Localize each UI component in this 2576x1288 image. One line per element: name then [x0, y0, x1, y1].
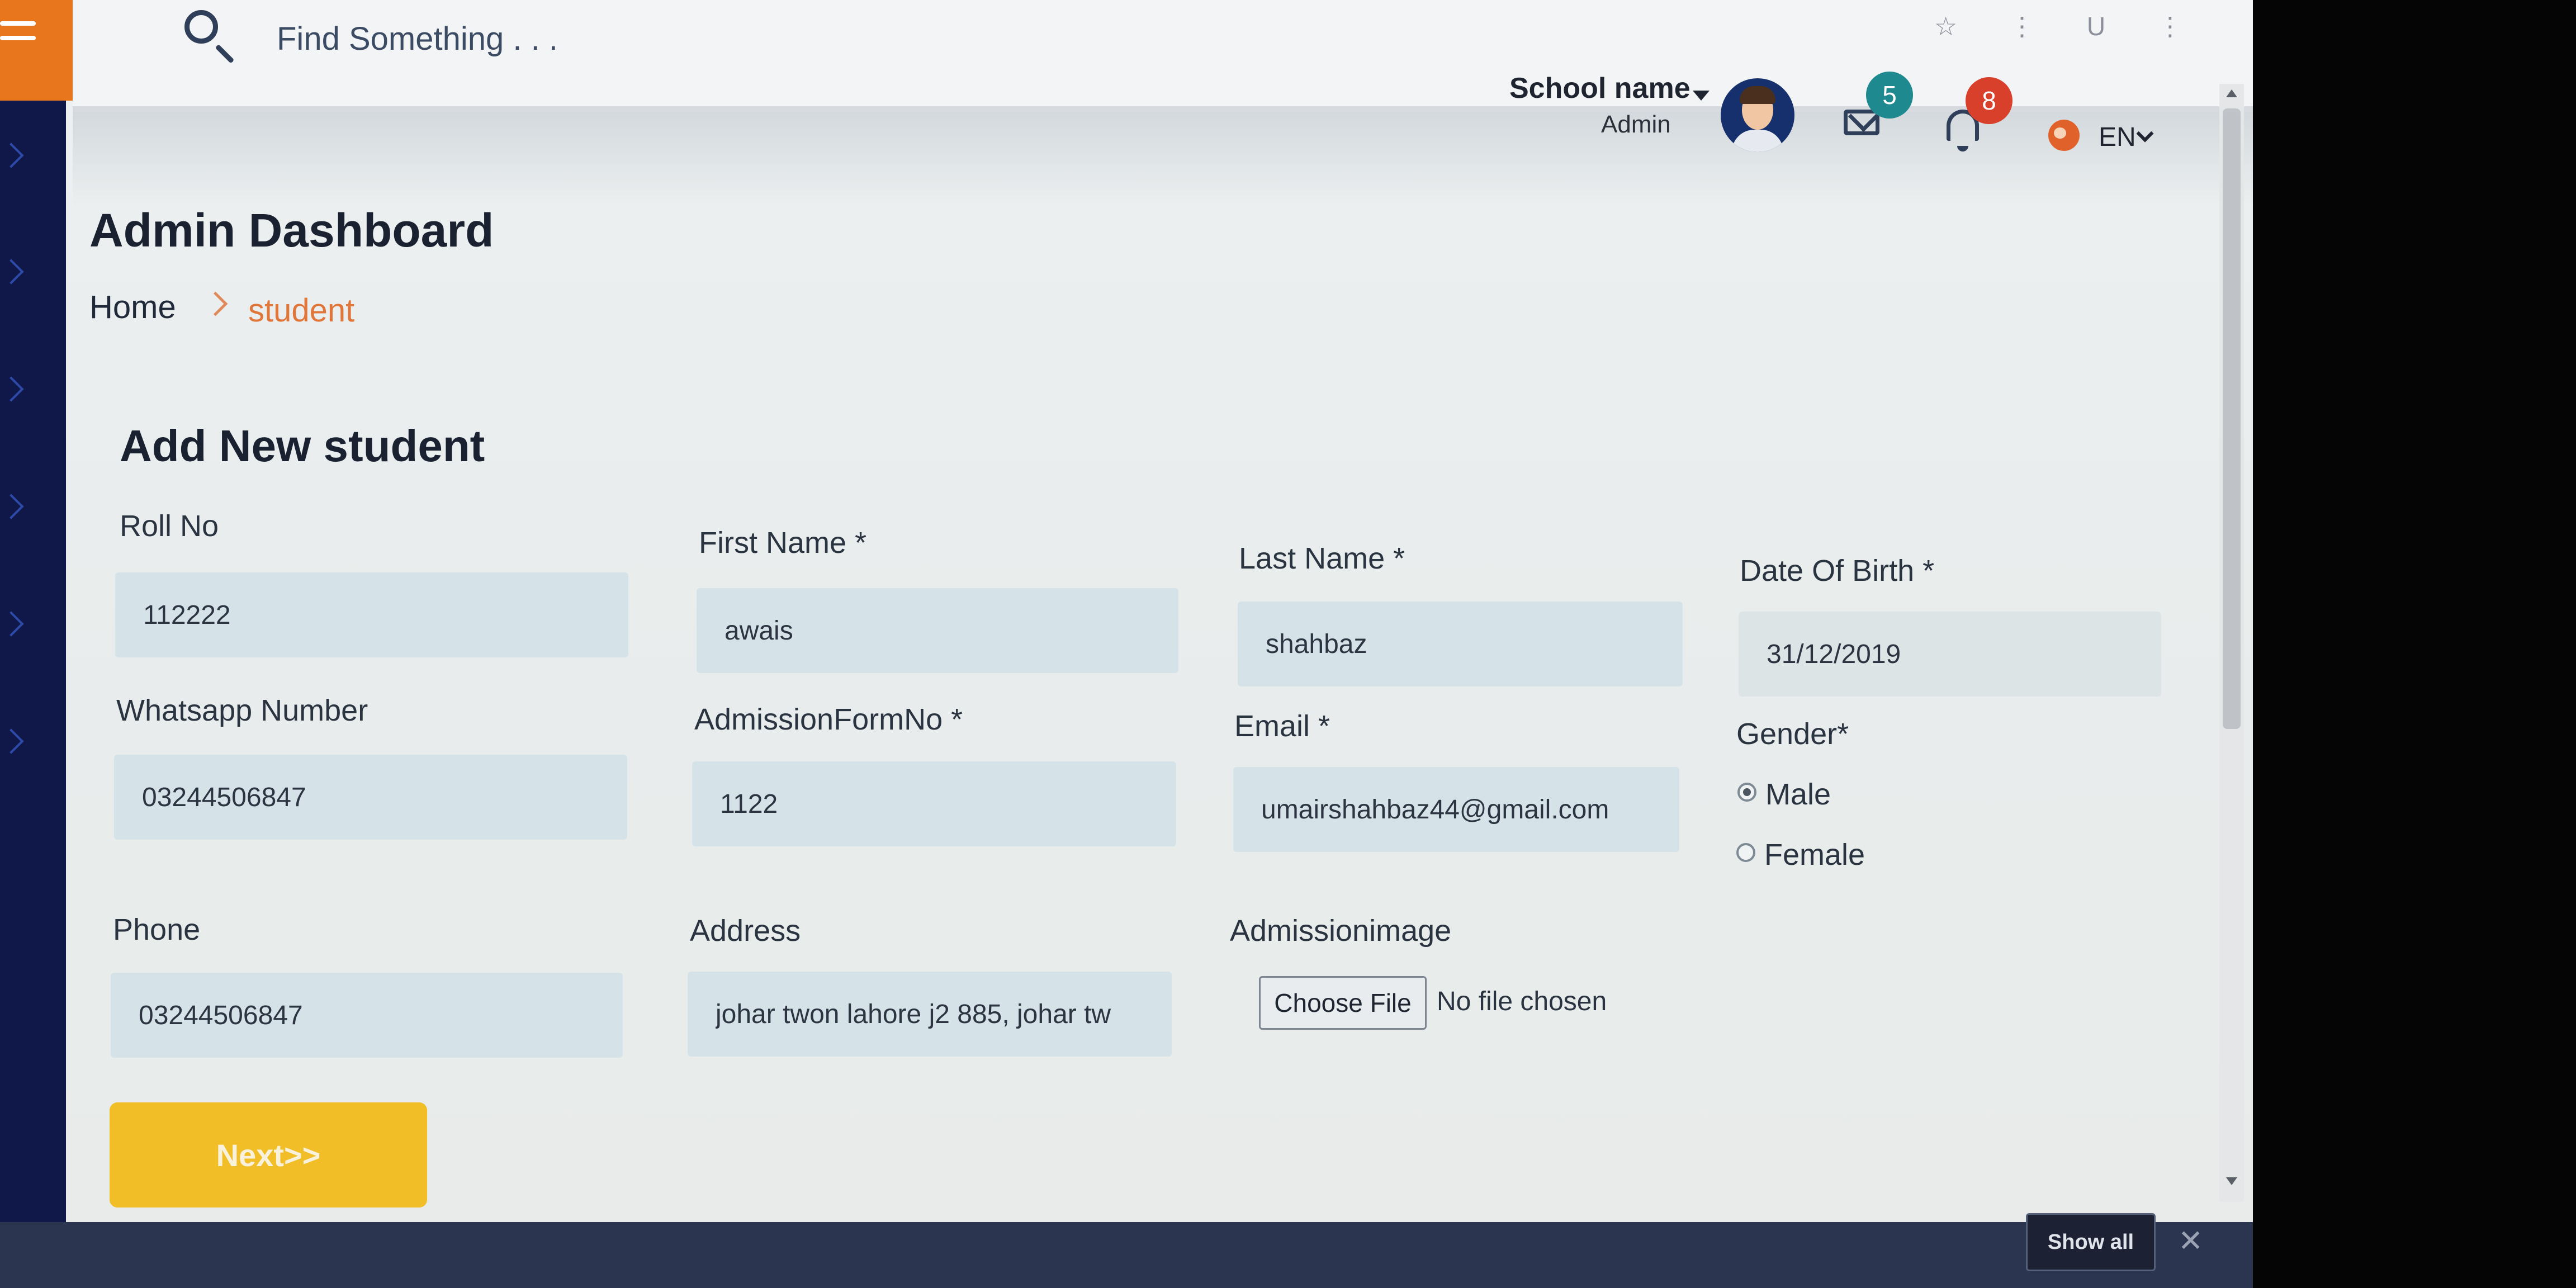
- star-icon[interactable]: ☆: [1934, 12, 1957, 41]
- gender-label: Gender*: [1736, 717, 1849, 751]
- language-selector[interactable]: EN: [2099, 122, 2136, 153]
- phone-field[interactable]: [111, 973, 623, 1058]
- form-title: Add New student: [120, 421, 485, 471]
- sidebar-chevron-icon[interactable]: [0, 259, 24, 285]
- sidebar-chevron-icon[interactable]: [0, 376, 24, 402]
- admission-image-label: Admissionimage: [1230, 914, 1452, 948]
- address-label: Address: [690, 914, 801, 948]
- screen-bezel: [2253, 0, 2576, 1288]
- file-status: No file chosen: [1437, 987, 1607, 1016]
- notification-count-badge: 8: [1966, 77, 2012, 124]
- show-all-button[interactable]: Show all: [2026, 1213, 2156, 1271]
- gender-male-radio[interactable]: [1737, 783, 1756, 802]
- dob-label: Date Of Birth *: [1740, 554, 1935, 588]
- sidebar-chevron-icon[interactable]: [0, 143, 24, 168]
- hamburger-icon: [0, 11, 36, 50]
- next-button[interactable]: Next>>: [110, 1102, 427, 1208]
- menu-toggle-button[interactable]: [0, 0, 73, 101]
- gender-male-label[interactable]: Male: [1765, 777, 1831, 812]
- school-name-dropdown[interactable]: School name: [1509, 72, 1690, 105]
- downloads-bar: [0, 1222, 2253, 1288]
- breadcrumb-home-link[interactable]: Home: [89, 288, 176, 326]
- phone-label: Phone: [113, 913, 201, 946]
- last-name-label: Last Name *: [1239, 542, 1405, 575]
- more-menu-icon[interactable]: ⋮: [2157, 12, 2183, 41]
- gender-female-label[interactable]: Female: [1764, 837, 1865, 872]
- scrollbar-thumb[interactable]: [2223, 108, 2241, 729]
- globe-icon[interactable]: [2048, 120, 2080, 151]
- search-input[interactable]: Find Something . . .: [277, 20, 558, 58]
- user-role: Admin: [1601, 111, 1671, 138]
- last-name-field[interactable]: [1238, 602, 1683, 686]
- scroll-down-arrow-icon[interactable]: [2226, 1177, 2237, 1185]
- whatsapp-field[interactable]: [114, 755, 627, 840]
- close-icon[interactable]: ✕: [2178, 1223, 2203, 1258]
- sidebar-chevron-icon[interactable]: [0, 494, 24, 519]
- gender-female-radio[interactable]: [1736, 843, 1755, 862]
- scroll-up-arrow-icon[interactable]: [2226, 89, 2237, 97]
- email-label: Email *: [1234, 709, 1330, 743]
- mail-count-badge: 5: [1866, 72, 1913, 119]
- top-bar-shadow: [73, 106, 2253, 207]
- dob-field[interactable]: [1739, 612, 2161, 697]
- more-menu-icon[interactable]: ⋮: [2009, 12, 2035, 41]
- address-field[interactable]: [688, 972, 1172, 1057]
- admission-form-no-field[interactable]: [692, 761, 1176, 846]
- breadcrumb-current: student: [248, 292, 355, 329]
- mail-icon[interactable]: [1844, 110, 1879, 135]
- search-icon[interactable]: [184, 10, 218, 44]
- page-title: Admin Dashboard: [89, 204, 494, 257]
- caret-down-icon[interactable]: [1693, 91, 1710, 101]
- sidebar-chevron-icon[interactable]: [0, 728, 24, 754]
- whatsapp-label: Whatsapp Number: [116, 694, 368, 727]
- choose-file-button[interactable]: Choose File: [1259, 976, 1427, 1030]
- roll-no-label: Roll No: [120, 509, 219, 543]
- admission-form-no-label: AdmissionFormNo *: [694, 703, 963, 736]
- browser-screen: Find Something . . . ☆ ⋮ U ⋮ School name…: [0, 0, 2253, 1235]
- profile-icon[interactable]: U: [2087, 12, 2105, 41]
- sidebar-chevron-icon[interactable]: [0, 611, 24, 637]
- email-field[interactable]: [1233, 767, 1679, 852]
- first-name-field[interactable]: [697, 588, 1178, 673]
- roll-no-field[interactable]: [115, 572, 628, 657]
- first-name-label: First Name *: [699, 526, 867, 560]
- avatar[interactable]: [1721, 78, 1794, 152]
- sidebar: [0, 0, 73, 1235]
- browser-toolbar-icons: ☆ ⋮ U ⋮: [1934, 11, 2228, 41]
- chevron-right-icon: [203, 291, 228, 316]
